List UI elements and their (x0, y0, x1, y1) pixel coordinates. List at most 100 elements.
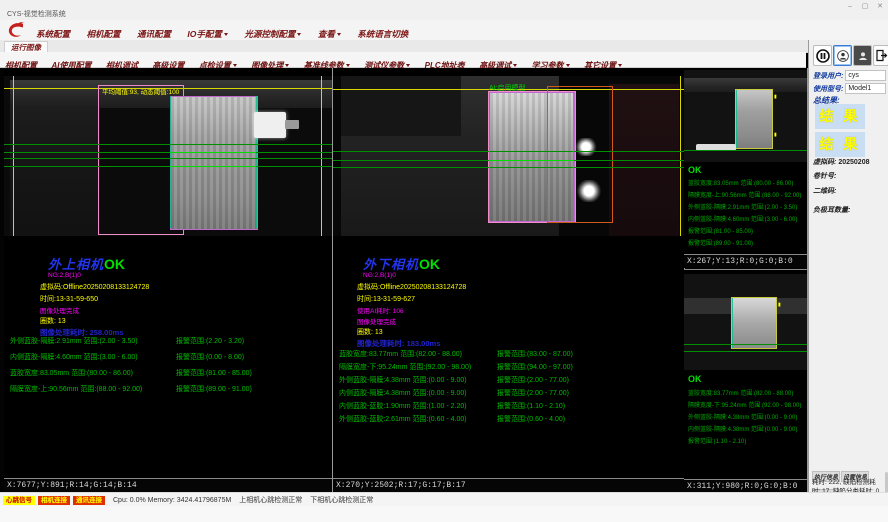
thumbnail-column: ▮ ▮ OK 蓝胶宽度:83.05mm 范围:(80.00 - 86.00) 隔… (684, 68, 808, 492)
thumb-view-2: ▮ OK 蓝胶宽度:83.77mm 范围:(82.00 - 88.00) 隔膜宽… (684, 269, 807, 493)
result-box-1: 结 果 (815, 104, 865, 129)
camera-canvas-upper[interactable]: 平均阈值:93, 动态阈值:100 (4, 76, 332, 236)
thumb-canvas-1[interactable]: ▮ ▮ (684, 70, 807, 162)
thumb-meas-line: 内侧蓝胶-隔膜:4.60mm 范围:(3.00 - 6.00) (688, 214, 797, 223)
camera-lower-title: 外下相机OK (363, 254, 440, 273)
dropdown-arrow-icon (337, 33, 341, 36)
thumb-meas-line: 报警范围:(89.00 - 91.00) (688, 238, 753, 247)
alarm-range: 报警范围:(2.20 - 3.20) (176, 336, 244, 346)
pause-icon (816, 49, 830, 63)
thumb-meas-line: 报警范围:(1.10 - 2.10) (688, 436, 746, 445)
thumb-meas-line: 外侧蓝胶-隔膜:4.38mm 范围:(0.00 - 9.00) (688, 412, 797, 421)
thumb-meas-line: 内侧蓝胶-隔膜:4.38mm 范围:(0.00 - 9.00) (688, 424, 797, 433)
process-time-text: 图像处理耗时: 183.00ms (357, 338, 440, 349)
login-user-field[interactable]: cys (845, 70, 886, 81)
bottom-strip (0, 506, 888, 522)
toolbar: 相机配置 AI使用配置 相机调试 高级设置 点检设置 图像处理 基准线参数 测试… (0, 52, 806, 68)
user-dark-icon (857, 50, 869, 62)
camera-view-lower: AI:启用模型 外下相机OK NG:2,B(1)0 虚拟码:Offline202… (333, 68, 685, 492)
menu-view[interactable]: 查看 (318, 28, 341, 40)
login-user-label: 登录用户: (813, 71, 843, 81)
barcode-text: 虚拟码:Offline20250208133124728 (40, 282, 149, 292)
process-done-text: 图像处理完成 (40, 305, 79, 315)
model-row: 使用型号: Model1 (813, 83, 886, 94)
model-label: 使用型号: (813, 84, 843, 94)
measurement-row: 外侧蓝胶-隔膜:2.91mm 范围:(2.00 - 3.50)报警范围:(2.2… (10, 336, 330, 346)
menu-camera-config[interactable]: 相机配置 (86, 28, 120, 40)
login-user-button[interactable] (833, 45, 852, 66)
minimize-icon[interactable]: – (843, 2, 857, 12)
pause-button[interactable] (813, 45, 832, 66)
measurement-row: 内侧蓝胶-隔膜:4.60mm 范围:(3.00 - 6.00)报警范围:(0.0… (10, 352, 330, 362)
qr-code-label: 二维码: (813, 186, 836, 196)
measurement-row: 隔膜宽度-上:90.56mm 范围:(88.00 - 92.00)报警范围:(8… (10, 384, 330, 394)
negative-tab-count-label: 负极耳数量: (813, 205, 850, 215)
dropdown-arrow-icon (233, 64, 237, 67)
measurement-row: 蓝胶宽度:83.77mm 范围:(82.00 - 88.00)报警范围:(83.… (339, 349, 682, 359)
virtual-code-label: 虚拟码: (813, 157, 836, 167)
user-manage-button[interactable] (853, 45, 872, 66)
process-done-text: 图像处理完成 (357, 316, 396, 326)
alarm-range: 报警范围:(89.00 - 91.00) (176, 384, 252, 394)
pixel-coords-readout: X:270;Y:2502;R:17;G:17;B:17 (333, 478, 684, 492)
dropdown-arrow-icon (224, 33, 228, 36)
virtual-code-value: 20250208 (838, 159, 869, 166)
led-glow (575, 138, 597, 156)
comm-connection-badge: 通讯连接 (73, 496, 105, 505)
alarm-range: 报警范围:(1.10 - 2.10) (497, 401, 565, 411)
menu-light-config[interactable]: 光源控制配置 (244, 28, 301, 40)
alarm-range: 报警范围:(0.00 - 8.00) (176, 352, 244, 362)
result-box-2: 结 果 (815, 132, 865, 157)
maximize-icon[interactable]: ▢ (858, 2, 872, 12)
time-text: 时间:13-31-59-650 (40, 294, 98, 304)
menu-language-switch[interactable]: 系统语言切换 (357, 28, 408, 40)
user-icon (837, 50, 849, 62)
camera-view-upper: 平均阈值:93, 动态阈值:100 外上相机OK NG:2,B(1)0 虚拟码:… (4, 68, 333, 492)
alarm-range: 报警范围:(2.00 - 77.00) (497, 388, 569, 398)
thumb-meas-line: 隔膜宽度-下:95.24mm 范围:(92.00 - 98.00) (688, 400, 801, 409)
pin-number-label: 卷针号: (813, 171, 836, 181)
alarm-range: 报警范围:(83.00 - 87.00) (497, 349, 573, 359)
thumb-canvas-2[interactable]: ▮ (684, 274, 807, 370)
menu-io-config[interactable]: IO手配置 (187, 28, 227, 40)
right-panel: 登录用户: cys 使用型号: Model1 总结果: 结 果 结 果 虚拟码:… (808, 40, 888, 492)
main-area: 平均阈值:93, 动态阈值:100 外上相机OK NG:2,B(1)0 虚拟码:… (0, 68, 888, 492)
exit-button[interactable] (873, 45, 888, 66)
thumb-meas-line: 报警范围:(81.00 - 85.00) (688, 226, 753, 235)
close-icon[interactable]: ✕ (873, 2, 887, 12)
lower-camera-heartbeat-text: 下相机心跳检测正常 (310, 495, 373, 505)
virtual-code-row: 虚拟码: 20250208 (813, 157, 886, 167)
alarm-range: 报警范围:(0.60 - 4.00) (497, 414, 565, 424)
dropdown-arrow-icon (346, 64, 350, 67)
ng-info-text: NG:2,B(1)0 (48, 272, 81, 279)
camera-upper-status: OK (104, 256, 125, 272)
turns-text: 圈数: 13 (357, 327, 383, 337)
barcode-text: 虚拟码:Offline20250208133124728 (357, 282, 466, 292)
measurement-row: 蓝胶宽度:83.05mm 范围:(80.00 - 86.00)报警范围:(81.… (10, 368, 330, 378)
app-window: CYS-视觉检测系统 – ▢ ✕ 系统配置 相机配置 通讯配置 IO手配置 光源… (0, 0, 888, 522)
ai-time-text: 使用AI耗时: 106 (357, 305, 404, 315)
time-text: 时间:13-31-59-627 (357, 294, 415, 304)
thumb-view-1: ▮ ▮ OK 蓝胶宽度:83.05mm 范围:(80.00 - 86.00) 隔… (684, 68, 807, 268)
measurement-row: 内侧蓝胶-隔膜:4.38mm 范围:(0.00 - 9.00)报警范围:(2.0… (339, 388, 682, 398)
menu-comm-config[interactable]: 通讯配置 (137, 28, 171, 40)
menu-system-config[interactable]: 系统配置 (36, 28, 70, 40)
pixel-coords-readout: X:311;Y:980;R:0;G:0;B:0 (684, 479, 807, 493)
camera-connection-badge: 相机连接 (38, 496, 70, 505)
turns-text: 圈数: 13 (40, 316, 66, 326)
status-bar: 心跳信号 相机连接 通讯连接 Cpu: 0.0% Memory: 3424.41… (0, 492, 888, 507)
threshold-overlay-text: 平均阈值:93, 动态阈值:100 (102, 86, 179, 96)
camera-upper-title: 外上相机OK (48, 254, 125, 273)
alarm-range: 报警范围:(81.00 - 85.00) (176, 368, 252, 378)
menu-bar: 系统配置 相机配置 通讯配置 IO手配置 光源控制配置 查看 系统语言切换 (0, 20, 888, 40)
model-field[interactable]: Model1 (845, 83, 886, 94)
login-user-row: 登录用户: cys (813, 70, 886, 81)
camera-canvas-lower[interactable]: AI:启用模型 (333, 76, 684, 236)
dropdown-arrow-icon (285, 64, 289, 67)
measurement-row: 隔膜宽度-下:95.24mm 范围:(92.00 - 98.00)报警范围:(9… (339, 362, 682, 372)
alarm-range: 报警范围:(94.00 - 97.00) (497, 362, 573, 372)
measurement-row: 外侧蓝胶-隔膜:4.38mm 范围:(0.00 - 9.00)报警范围:(2.0… (339, 375, 682, 385)
measurement-row: 外侧蓝胶-蓝胶:2.61mm 范围:(0.60 - 4.00)报警范围:(0.6… (339, 414, 682, 424)
heartbeat-status-badge: 心跳信号 (3, 496, 35, 505)
thumb-status: OK (688, 165, 702, 175)
